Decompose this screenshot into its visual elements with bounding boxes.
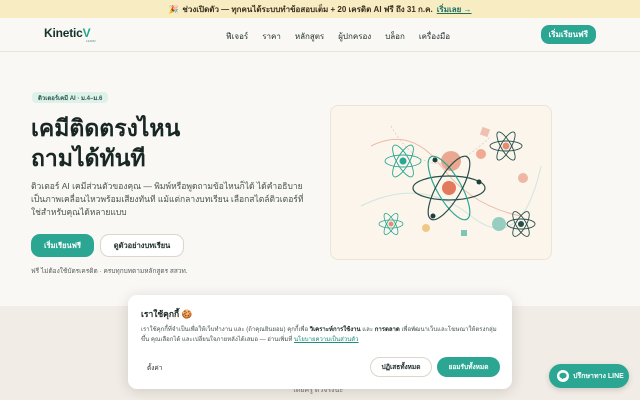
top-navigation: KineticV LEARN ฟีเจอร์ ราคา หลักสูตร ผู้…: [0, 18, 640, 52]
atom-illustration: [330, 105, 552, 260]
line-chat-icon: [557, 370, 569, 382]
logo[interactable]: KineticV LEARN: [44, 26, 96, 43]
announcement-bar: 🎉 ช่วงเปิดตัว — ทุกคนได้ระบบทำข้อสอบเต็ม…: [0, 0, 640, 18]
accept-all-button[interactable]: ยอมรับทั้งหมด: [437, 357, 500, 377]
logo-subtext: LEARN: [86, 39, 96, 43]
logo-accent-text: V: [82, 26, 91, 40]
hero-badge: ติวเตอร์เคมี AI · ม.4–ม.6: [32, 92, 109, 103]
nav-link-pricing[interactable]: ราคา: [262, 30, 281, 43]
nav-link-tools[interactable]: เครื่องมือ: [419, 30, 450, 43]
cookie-body-text: เราใช้คุกกี้ที่จำเป็นเพื่อให้เว็บทำงาน แ…: [141, 327, 310, 333]
cookie-body-analytics: วิเคราะห์การใช้งาน: [309, 327, 361, 333]
hero-title-line-1: เคมีติดตรงไหน: [31, 115, 181, 141]
cookie-title: เราใช้คุกกี้ 🍪: [141, 309, 193, 319]
line-chat-label: ปรึกษาทาง LINE: [573, 372, 624, 380]
cookie-body: เราใช้คุกกี้ที่จำเป็นเพื่อให้เว็บทำงาน แ…: [141, 325, 501, 345]
cookie-settings-button[interactable]: ตั้งค่า: [147, 363, 162, 373]
view-sample-lesson-button[interactable]: ดูตัวอย่างบทเรียน: [100, 234, 184, 257]
privacy-policy-link[interactable]: นโยบายความเป็นส่วนตัว: [294, 337, 359, 343]
nav-link-blog[interactable]: บล็อก: [385, 30, 405, 43]
logo-main-text: Kinetic: [44, 26, 83, 40]
nav-start-free-button[interactable]: เริ่มเรียนฟรี: [540, 25, 596, 44]
announcement-cta-link[interactable]: เริ่มเลย →: [437, 3, 472, 16]
hero-title-line-2: ถามได้ทันที: [31, 145, 146, 171]
cookie-consent-dialog: เราใช้คุกกี้ 🍪 เราใช้คุกกี้ที่จำเป็นเพื่…: [128, 295, 512, 389]
cookie-body-marketing: การตลาด: [374, 327, 400, 333]
party-popper-icon: 🎉: [168, 4, 179, 14]
reject-all-button[interactable]: ปฏิเสธทั้งหมด: [370, 357, 432, 377]
line-chat-button[interactable]: ปรึกษาทาง LINE: [549, 364, 629, 388]
nav-link-curriculum[interactable]: หลักสูตร: [295, 30, 324, 43]
start-free-button[interactable]: เริ่มเรียนฟรี: [31, 234, 94, 257]
announcement-text: ช่วงเปิดตัว — ทุกคนได้ระบบทำข้อสอบเต็ม +…: [182, 4, 433, 14]
atom-illustration-icon: [360, 125, 542, 237]
nav-link-features[interactable]: ฟีเจอร์: [226, 30, 248, 43]
hero-note: ฟรี ไม่ต้องใช้บัตรเครดิต · ครบทุกบทตามหล…: [31, 268, 188, 275]
nav-links: ฟีเจอร์ ราคา หลักสูตร ผู้ปกครอง บล็อก เค…: [226, 30, 450, 43]
nav-link-parents[interactable]: ผู้ปกครอง: [338, 30, 371, 43]
hero-description: ติวเตอร์ AI เคมีส่วนตัวของคุณ — พิมพ์หรื…: [31, 181, 304, 217]
cookie-body-text: และ: [360, 327, 375, 333]
hero-title: เคมีติดตรงไหน ถามได้ทันที: [31, 113, 261, 173]
